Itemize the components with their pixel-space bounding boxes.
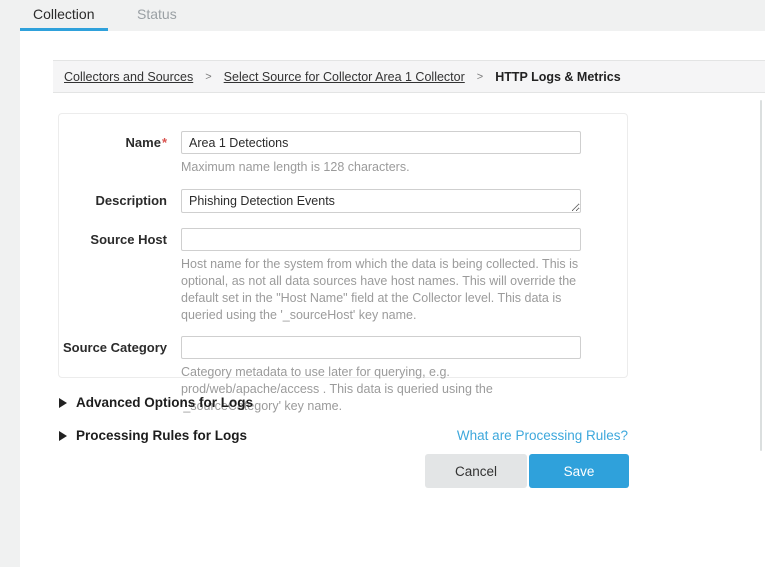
- name-label: Name*: [59, 131, 167, 176]
- name-help-text: Maximum name length is 128 characters.: [181, 159, 581, 176]
- source-host-input[interactable]: [181, 228, 581, 251]
- advanced-options-section[interactable]: Advanced Options for Logs: [58, 395, 628, 410]
- cancel-button[interactable]: Cancel: [425, 454, 527, 488]
- breadcrumb: Collectors and Sources > Select Source f…: [53, 60, 765, 93]
- description-label: Description: [59, 189, 167, 218]
- name-input[interactable]: [181, 131, 581, 154]
- processing-rules-title[interactable]: Processing Rules for Logs: [76, 428, 247, 443]
- form-actions: Cancel Save: [58, 454, 629, 488]
- content-panel: Collectors and Sources > Select Source f…: [20, 31, 765, 567]
- name-label-text: Name: [126, 135, 161, 150]
- source-host-label: Source Host: [59, 228, 167, 324]
- tab-status[interactable]: Status: [137, 6, 177, 22]
- tab-bar: Collection Status: [0, 0, 765, 31]
- description-textarea[interactable]: Phishing Detection Events: [181, 189, 581, 213]
- breadcrumb-collectors-and-sources[interactable]: Collectors and Sources: [64, 70, 193, 84]
- source-host-help-text: Host name for the system from which the …: [181, 256, 581, 324]
- advanced-options-title[interactable]: Advanced Options for Logs: [76, 395, 253, 410]
- name-field-row: Name* Maximum name length is 128 charact…: [59, 131, 627, 176]
- what-are-processing-rules-link[interactable]: What are Processing Rules?: [457, 428, 628, 443]
- description-field-row: Description Phishing Detection Events: [59, 189, 627, 218]
- save-button[interactable]: Save: [529, 454, 629, 488]
- processing-rules-section[interactable]: Processing Rules for Logs What are Proce…: [58, 428, 628, 443]
- source-config-form: Name* Maximum name length is 128 charact…: [58, 113, 628, 378]
- collapse-triangle-icon: [59, 431, 67, 441]
- required-asterisk: *: [162, 135, 167, 150]
- source-host-field-row: Source Host Host name for the system fro…: [59, 228, 627, 324]
- breadcrumb-current-page: HTTP Logs & Metrics: [495, 70, 620, 84]
- scrollbar[interactable]: [760, 100, 762, 451]
- breadcrumb-separator: >: [205, 71, 211, 83]
- tab-collection[interactable]: Collection: [33, 6, 94, 22]
- breadcrumb-select-source[interactable]: Select Source for Collector Area 1 Colle…: [224, 70, 465, 84]
- source-category-input[interactable]: [181, 336, 581, 359]
- breadcrumb-separator: >: [477, 71, 483, 83]
- collapse-triangle-icon: [59, 398, 67, 408]
